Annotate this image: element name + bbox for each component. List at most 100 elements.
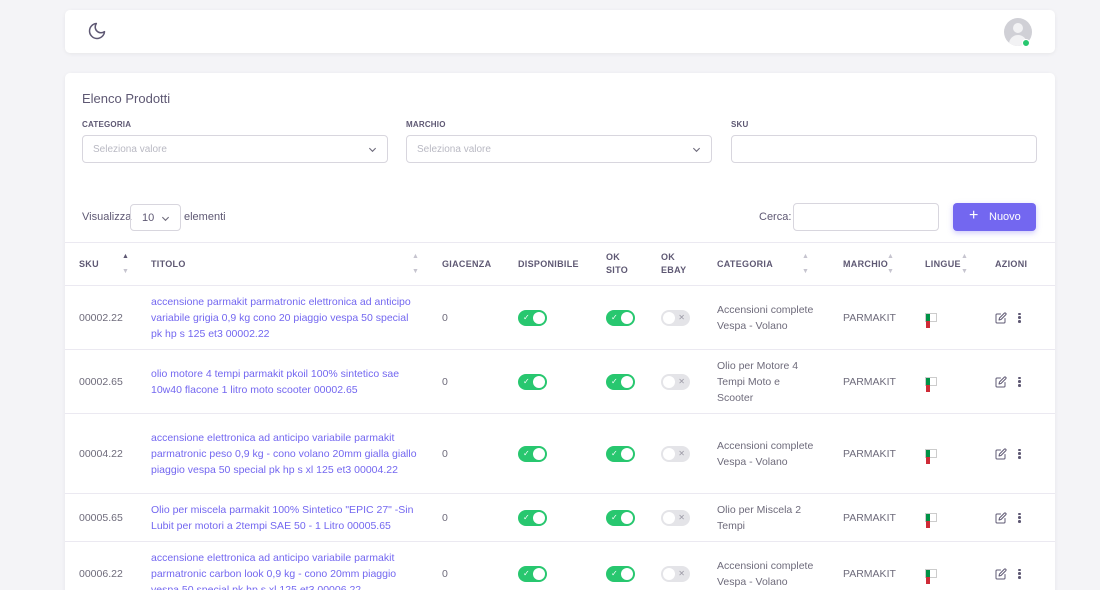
table-header-row: SKU ▲ ▼ TITOLO ▲ ▼ GIACENZA DISPONIBILE OK… xyxy=(65,242,1055,286)
new-product-button[interactable]: + Nuovo xyxy=(953,203,1036,231)
column-header-category[interactable]: CATEGORIA ▲ ▼ xyxy=(703,242,829,286)
edit-icon[interactable] xyxy=(995,568,1007,580)
filter-category-placeholder: Seleziona valore xyxy=(93,144,167,155)
chevron-down-icon xyxy=(368,147,377,153)
check-icon: ✓ xyxy=(611,512,618,522)
cell-sku: 00002.65 xyxy=(65,349,137,414)
x-icon: ✕ xyxy=(678,568,685,578)
italy-flag-icon xyxy=(925,377,937,393)
online-status-dot xyxy=(1022,39,1030,47)
search-input[interactable] xyxy=(793,203,939,231)
new-product-label: Nuovo xyxy=(989,211,1021,223)
edit-icon[interactable] xyxy=(995,448,1007,460)
edit-icon[interactable] xyxy=(995,376,1007,388)
cell-brand: PARMAKIT xyxy=(829,493,911,542)
filter-brand-select[interactable]: Seleziona valore xyxy=(406,135,712,163)
toggle-ok-ebay[interactable]: ✕ xyxy=(661,373,690,390)
cell-stock: 0 xyxy=(428,493,504,542)
toggle-ok-site[interactable]: ✓ xyxy=(606,509,635,526)
filter-category-label: CATEGORIA xyxy=(82,120,132,129)
toggle-available[interactable]: ✓ xyxy=(518,373,547,390)
toggle-ok-ebay[interactable]: ✕ xyxy=(661,509,690,526)
toggle-available[interactable]: ✓ xyxy=(518,309,547,326)
column-header-languages[interactable]: LINGUE ▲ ▼ xyxy=(911,242,981,286)
italy-flag-icon xyxy=(925,569,937,585)
italy-flag-icon xyxy=(925,513,937,529)
cell-category: Olio per Motore 4 Tempi Moto e Scooter xyxy=(703,349,829,414)
toggle-ok-site[interactable]: ✓ xyxy=(606,565,635,582)
toggle-available[interactable]: ✓ xyxy=(518,509,547,526)
moon-icon[interactable] xyxy=(87,21,107,41)
sort-icon: ▲ ▼ xyxy=(412,253,420,275)
page-length-value: 10 xyxy=(142,212,155,224)
column-header-actions: AZIONI xyxy=(981,242,1055,286)
toggle-available[interactable]: ✓ xyxy=(518,565,547,582)
more-vertical-icon[interactable] xyxy=(1018,375,1021,388)
entries-suffix-label: elementi xyxy=(184,211,226,223)
more-vertical-icon[interactable] xyxy=(1018,311,1021,324)
edit-icon[interactable] xyxy=(995,512,1007,524)
toggle-ok-site[interactable]: ✓ xyxy=(606,445,635,462)
more-vertical-icon[interactable] xyxy=(1018,511,1021,524)
cell-category: Accensioni complete Vespa - Volano xyxy=(703,285,829,350)
filter-sku-label: SKU xyxy=(731,120,749,129)
more-vertical-icon[interactable] xyxy=(1018,447,1021,460)
table-row: 00006.22 accensione elettronica ad antici… xyxy=(65,541,1055,590)
filter-sku-input[interactable] xyxy=(731,135,1037,163)
toggle-available[interactable]: ✓ xyxy=(518,445,547,462)
toggle-ok-ebay[interactable]: ✕ xyxy=(661,309,690,326)
cell-sku: 00005.65 xyxy=(65,493,137,542)
column-header-stock: GIACENZA xyxy=(428,242,504,286)
check-icon: ✓ xyxy=(611,448,618,458)
check-icon: ✓ xyxy=(611,376,618,386)
filter-category-select[interactable]: Seleziona valore xyxy=(82,135,388,163)
x-icon: ✕ xyxy=(678,312,685,322)
check-icon: ✓ xyxy=(523,448,530,458)
check-icon: ✓ xyxy=(523,568,530,578)
toggle-ok-ebay[interactable]: ✕ xyxy=(661,445,690,462)
products-card: Elenco Prodotti CATEGORIA Seleziona valo… xyxy=(65,73,1055,590)
toggle-ok-site[interactable]: ✓ xyxy=(606,373,635,390)
filter-brand-label: MARCHIO xyxy=(406,120,446,129)
edit-icon[interactable] xyxy=(995,312,1007,324)
column-header-title[interactable]: TITOLO ▲ ▼ xyxy=(137,242,428,286)
product-title-link[interactable]: accensione elettronica ad anticipo varia… xyxy=(151,550,428,590)
toggle-ok-site[interactable]: ✓ xyxy=(606,309,635,326)
more-vertical-icon[interactable] xyxy=(1018,567,1021,580)
sort-icon: ▲ ▼ xyxy=(887,253,895,275)
cell-category: Olio per Miscela 2 Tempi xyxy=(703,493,829,542)
column-header-sku[interactable]: SKU ▲ ▼ xyxy=(65,242,137,286)
product-title-link[interactable]: accensione parmakit parmatronic elettron… xyxy=(151,294,428,342)
cell-stock: 0 xyxy=(428,349,504,414)
cell-sku: 00004.22 xyxy=(65,413,137,494)
page-title: Elenco Prodotti xyxy=(82,91,171,106)
product-title-link[interactable]: accensione elettronica ad anticipo varia… xyxy=(151,430,428,478)
column-header-ok-ebay: OK EBAY xyxy=(647,242,703,286)
sort-icon: ▲ ▼ xyxy=(802,253,810,275)
table-row: 00005.65 Olio per miscela parmakit 100% S… xyxy=(65,493,1055,542)
filter-brand-placeholder: Seleziona valore xyxy=(417,144,491,155)
cell-stock: 0 xyxy=(428,285,504,350)
product-title-link[interactable]: Olio per miscela parmakit 100% Sintetico… xyxy=(151,502,428,534)
italy-flag-icon xyxy=(925,449,937,465)
product-title-link[interactable]: olio motore 4 tempi parmakit pkoil 100% … xyxy=(151,366,428,398)
cell-brand: PARMAKIT xyxy=(829,285,911,350)
cell-brand: PARMAKIT xyxy=(829,349,911,414)
column-header-brand[interactable]: MARCHIO ▲ ▼ xyxy=(829,242,911,286)
show-entries-label: Visualizza xyxy=(82,211,132,223)
cell-brand: PARMAKIT xyxy=(829,541,911,590)
check-icon: ✓ xyxy=(523,312,530,322)
check-icon: ✓ xyxy=(611,312,618,322)
sort-icon: ▲ ▼ xyxy=(122,253,130,275)
x-icon: ✕ xyxy=(678,512,685,522)
toggle-ok-ebay[interactable]: ✕ xyxy=(661,565,690,582)
chevron-down-icon xyxy=(161,216,170,222)
navbar xyxy=(65,10,1055,53)
page-length-select[interactable]: 10 xyxy=(130,204,181,231)
cell-category: Accensioni complete Vespa - Volano xyxy=(703,541,829,590)
sort-icon: ▲ ▼ xyxy=(961,253,969,275)
table-row: 00004.22 accensione elettronica ad antici… xyxy=(65,413,1055,494)
column-header-available: DISPONIBILE xyxy=(504,242,592,286)
cell-sku: 00006.22 xyxy=(65,541,137,590)
table-row: 00002.22 accensione parmakit parmatronic … xyxy=(65,285,1055,350)
